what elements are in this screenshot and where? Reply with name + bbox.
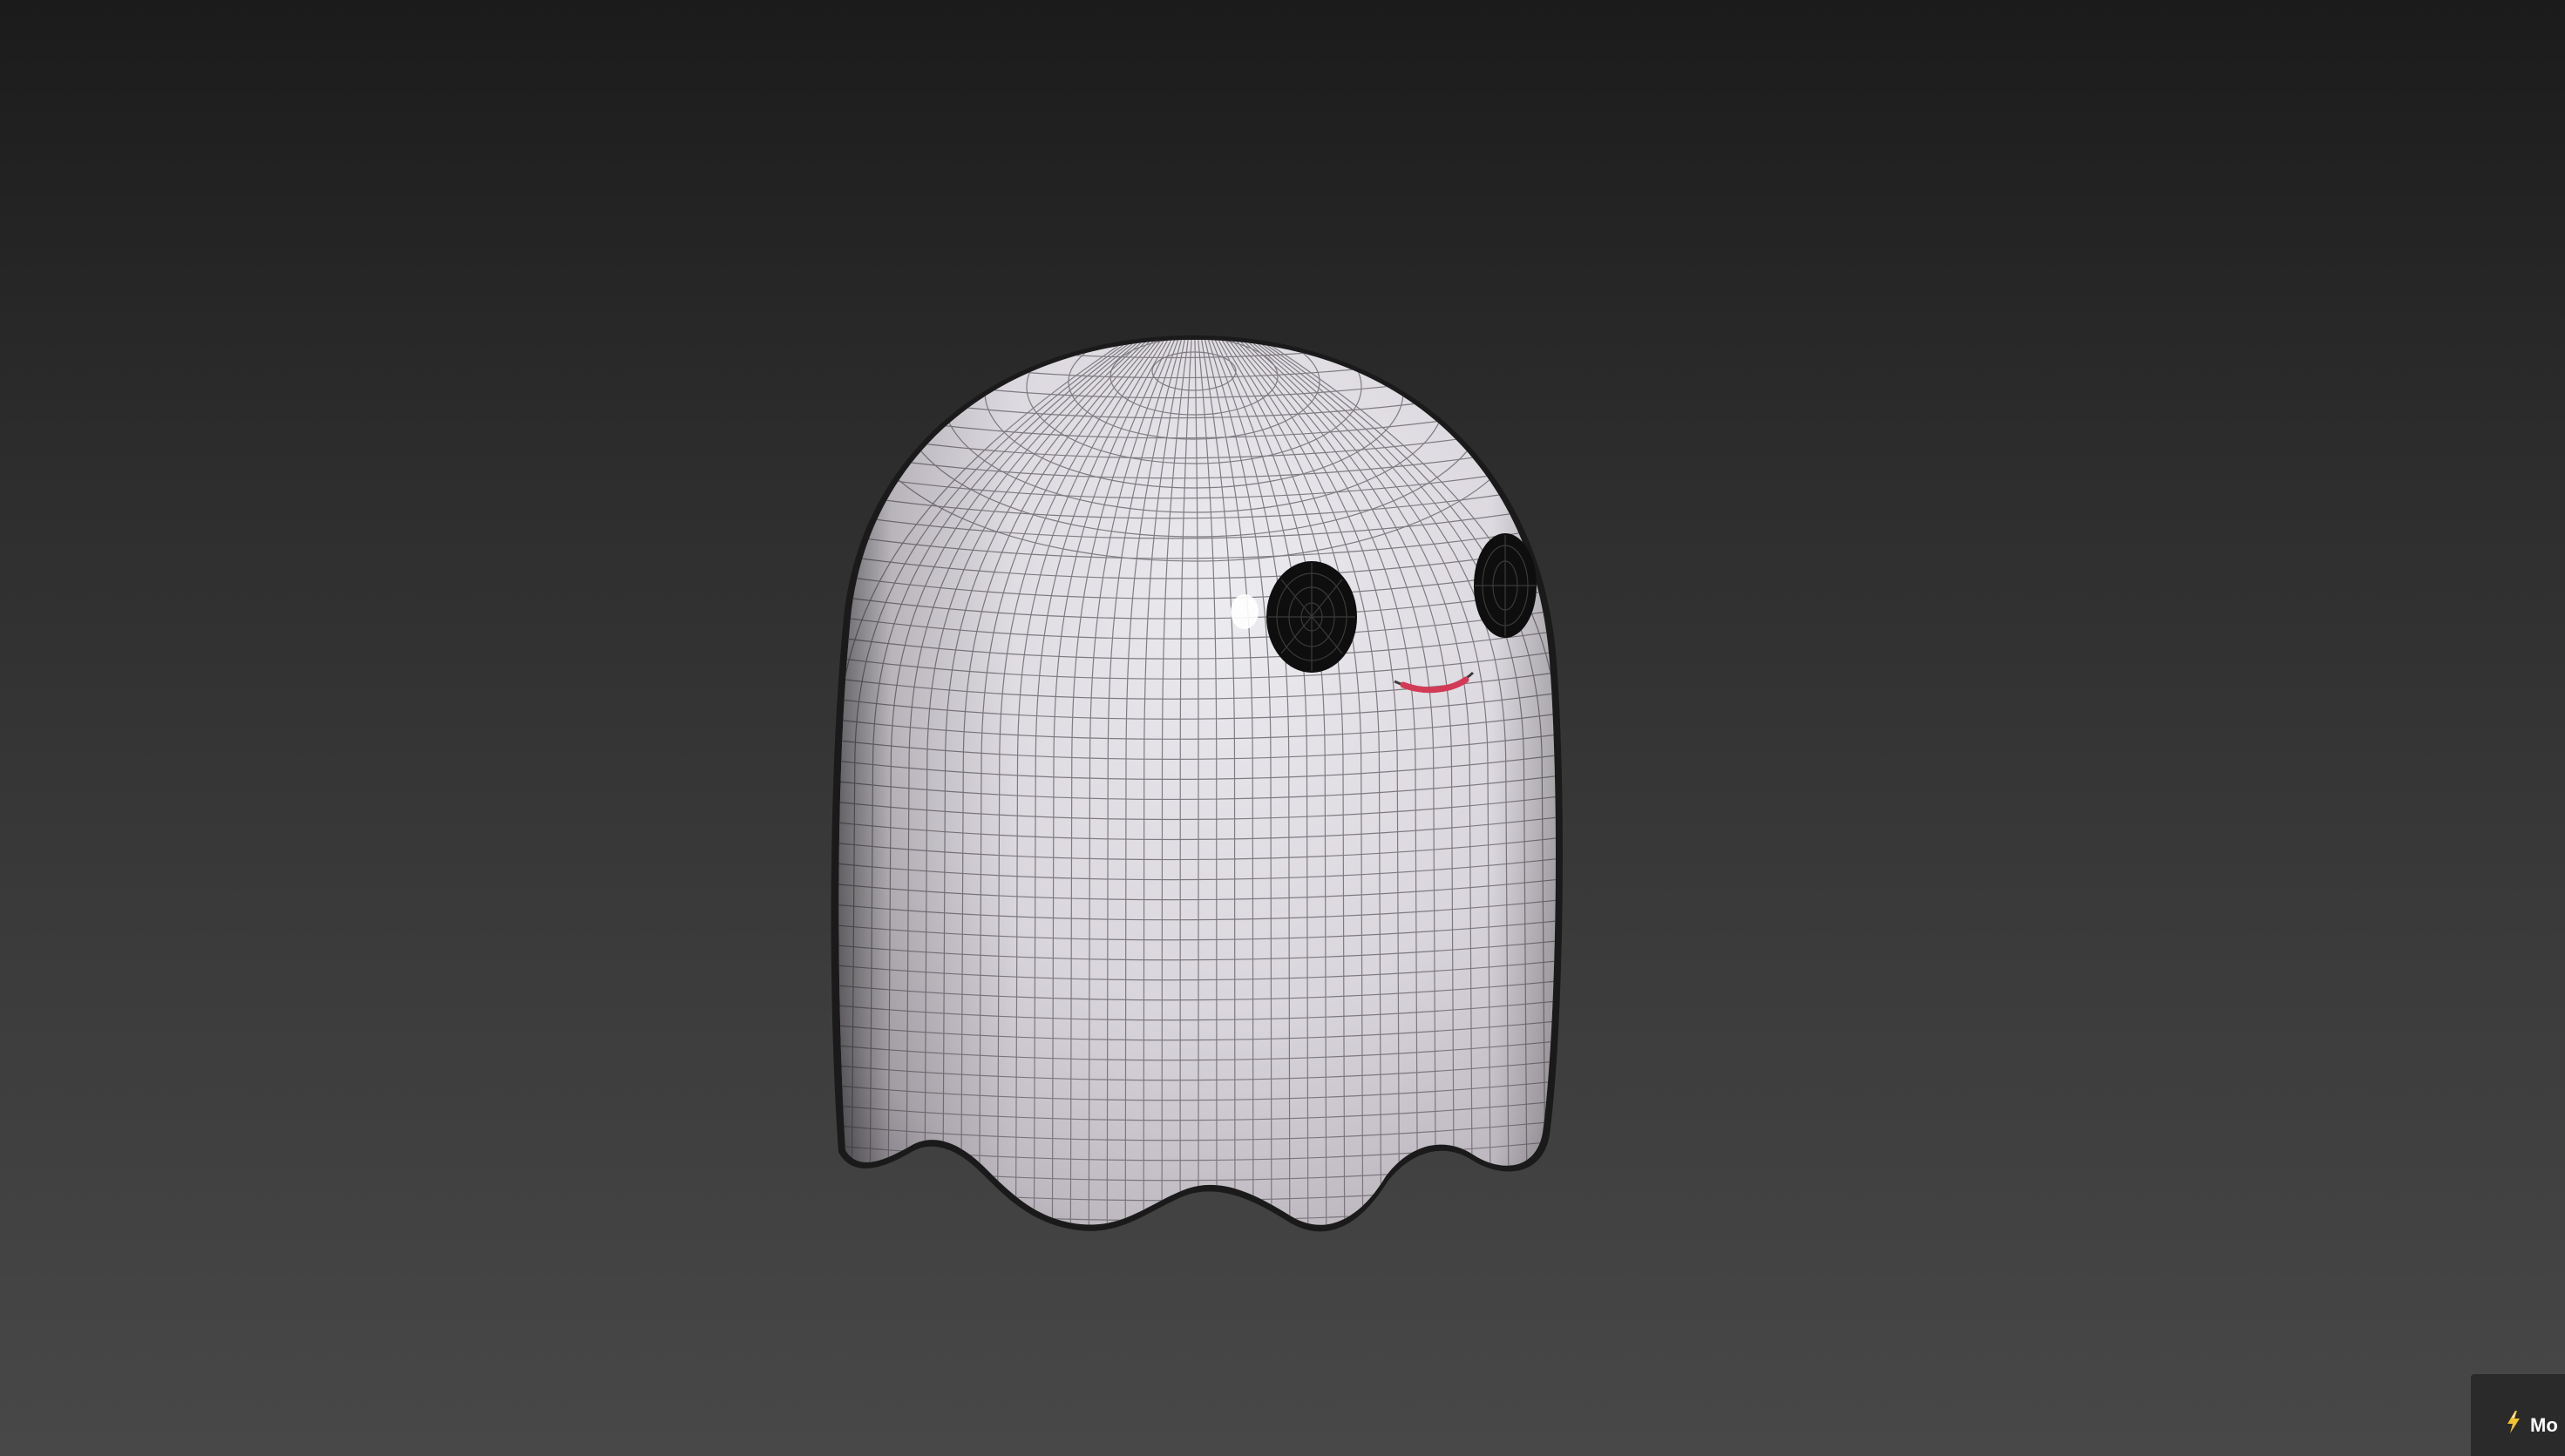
lightning-icon [2507, 1411, 2520, 1433]
left-eye [1266, 561, 1357, 673]
3d-viewport[interactable]: Mo [0, 0, 2565, 1456]
specular-highlight [1231, 594, 1259, 629]
right-eye [1474, 533, 1537, 638]
viewport-scene[interactable] [0, 0, 2565, 1456]
notification-badge[interactable]: Mo [2471, 1374, 2565, 1456]
ghost-model[interactable] [831, 254, 1564, 1246]
badge-label: Mo [2530, 1414, 2558, 1436]
